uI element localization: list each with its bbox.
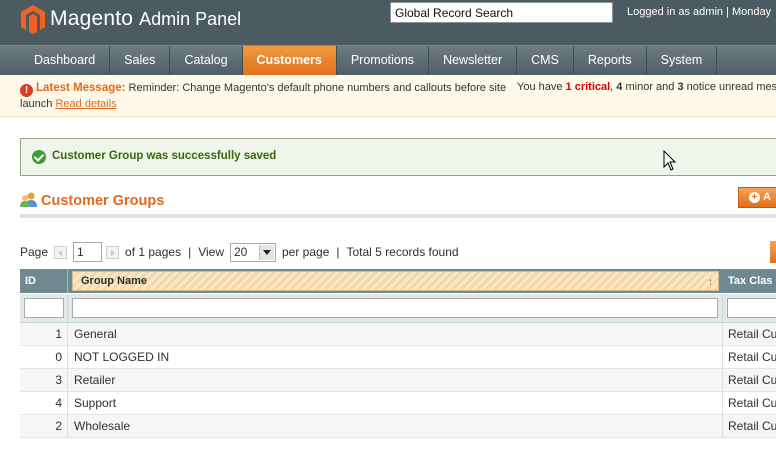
cell-group-name: General <box>68 323 723 345</box>
cell-tax-class: Retail Cu <box>723 346 776 368</box>
next-page-icon[interactable] <box>106 245 120 259</box>
unread-prefix: You have <box>517 81 566 93</box>
per-page-label: per page <box>282 245 330 259</box>
filter-tax-class-input[interactable] <box>727 298 776 318</box>
cell-tax-class: Retail Cu <box>723 392 776 414</box>
cell-tax-class: Retail Cu <box>723 323 776 345</box>
column-header-id[interactable]: ID <box>20 269 68 293</box>
global-search-input[interactable]: Global Record Search <box>390 2 613 23</box>
total-records: Total 5 records found <box>346 245 459 259</box>
unread-messages-summary: You have 1 critical, 4 minor and 3 notic… <box>517 81 776 93</box>
magento-logo-icon <box>21 5 45 34</box>
table-row[interactable]: 0 NOT LOGGED IN Retail Cu <box>20 346 776 369</box>
column-header-tax-class[interactable]: Tax Clas <box>723 269 776 293</box>
grid-pager: Page 1 of 1 pages | View 20 per page | T… <box>20 242 459 262</box>
customer-groups-icon <box>20 192 37 207</box>
nav-item-cms[interactable]: CMS <box>517 46 574 76</box>
system-notice-bar: ! Latest Message: Reminder: Change Magent… <box>0 75 776 117</box>
cell-group-name: Retailer <box>68 369 723 391</box>
main-nav: Dashboard Sales Catalog Customers Promot… <box>0 45 776 76</box>
notice-text: notice unread mess <box>683 81 776 93</box>
logo-text: Magento <box>50 7 134 30</box>
success-message-text: Customer Group was successfully saved <box>52 150 277 162</box>
table-row[interactable]: 2 Wholesale Retail Cu <box>20 415 776 438</box>
cell-id: 4 <box>20 392 68 414</box>
nav-item-reports[interactable]: Reports <box>574 46 647 76</box>
filter-cell-name <box>68 293 723 323</box>
cell-id: 3 <box>20 369 68 391</box>
nav-item-system[interactable]: System <box>647 46 718 76</box>
of-pages-text: of 1 pages <box>125 245 182 259</box>
cell-group-name: Wholesale <box>68 415 723 437</box>
minor-text: minor and <box>622 81 678 93</box>
table-row[interactable]: 3 Retailer Retail Cu <box>20 369 776 392</box>
nav-item-sales[interactable]: Sales <box>110 46 171 76</box>
per-page-select[interactable]: 20 <box>230 242 276 262</box>
pager-separator-2: | <box>336 245 340 259</box>
per-page-value: 20 <box>234 244 248 259</box>
page-number-input[interactable]: 1 <box>73 242 103 262</box>
cell-id: 0 <box>20 346 68 368</box>
nav-item-customers[interactable]: Customers <box>242 46 337 76</box>
add-new-group-button[interactable]: + A <box>738 187 776 208</box>
filter-id-input[interactable] <box>24 298 64 318</box>
critical-count-link[interactable]: 1 critical <box>566 81 611 93</box>
search-button[interactable] <box>770 241 776 263</box>
add-button-label: A <box>763 191 771 203</box>
table-row[interactable]: 4 Support Retail Cu <box>20 392 776 415</box>
header-bar: Magento Admin Panel Global Record Search… <box>0 0 776 45</box>
plus-icon: + <box>749 192 760 203</box>
column-header-group-name[interactable]: Group Name ↑ <box>72 271 719 291</box>
view-label: View <box>198 245 224 259</box>
latest-message: ! Latest Message: Reminder: Change Magent… <box>20 81 510 112</box>
magento-logo[interactable]: Magento Admin Panel <box>20 3 241 35</box>
nav-item-promotions[interactable]: Promotions <box>337 46 430 76</box>
cell-tax-class: Retail Cu <box>723 369 776 391</box>
filter-cell-id <box>20 293 68 323</box>
nav-item-catalog[interactable]: Catalog <box>170 46 243 76</box>
filter-cell-tax <box>723 294 776 323</box>
nav-item-newsletter[interactable]: Newsletter <box>429 46 518 76</box>
table-row[interactable]: 1 General Retail Cu <box>20 323 776 346</box>
logo-subtitle: Admin Panel <box>139 8 242 29</box>
page-header: Customer Groups <box>20 190 776 218</box>
cell-tax-class: Retail Cu <box>723 415 776 437</box>
cell-id: 1 <box>20 323 68 345</box>
nav-item-dashboard[interactable]: Dashboard <box>20 46 111 76</box>
success-check-icon <box>32 150 46 164</box>
grid-header-row: ID Group Name ↑ Tax Clas <box>20 269 776 294</box>
cell-group-name: Support <box>68 392 723 414</box>
grid-filter-row <box>20 293 776 323</box>
read-details-link[interactable]: Read details <box>55 98 116 110</box>
user-info: Logged in as admin | Monday <box>627 6 772 18</box>
cell-group-name: NOT LOGGED IN <box>68 346 723 368</box>
chevron-down-icon <box>259 244 274 260</box>
pager-separator: | <box>188 245 192 259</box>
filter-group-name-input[interactable] <box>72 298 718 318</box>
page-title: Customer Groups <box>41 193 165 209</box>
cell-id: 2 <box>20 415 68 437</box>
mouse-cursor-icon <box>663 150 677 171</box>
sort-arrow-icon: ↑ <box>707 276 714 288</box>
grid-body: 1 General Retail Cu 0 NOT LOGGED IN Reta… <box>20 323 776 438</box>
prev-page-icon[interactable] <box>54 245 68 259</box>
customer-groups-grid: ID Group Name ↑ Tax Clas 1 General Retail… <box>20 269 776 438</box>
alert-icon: ! <box>20 84 33 97</box>
page-label: Page <box>20 245 49 259</box>
group-name-header-label: Group Name <box>81 275 148 287</box>
latest-message-title: Latest Message: <box>36 82 126 94</box>
